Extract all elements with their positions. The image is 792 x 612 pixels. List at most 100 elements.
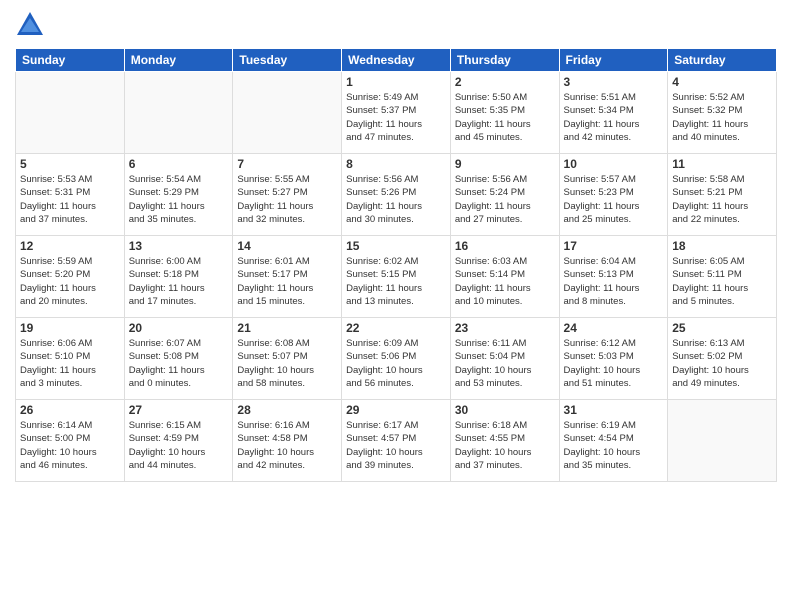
calendar-cell: 30Sunrise: 6:18 AM Sunset: 4:55 PM Dayli… bbox=[450, 400, 559, 482]
day-number: 14 bbox=[237, 239, 337, 253]
day-info: Sunrise: 6:17 AM Sunset: 4:57 PM Dayligh… bbox=[346, 419, 446, 472]
day-info: Sunrise: 5:56 AM Sunset: 5:24 PM Dayligh… bbox=[455, 173, 555, 226]
weekday-header-thursday: Thursday bbox=[450, 49, 559, 72]
calendar-cell: 5 Sunrise: 5:53 AM Sunset: 5:31 PM Daylig… bbox=[16, 154, 125, 236]
day-info: Sunrise: 6:14 AM Sunset: 5:00 PM Dayligh… bbox=[20, 419, 120, 472]
page: SundayMondayTuesdayWednesdayThursdayFrid… bbox=[0, 0, 792, 612]
day-number: 15 bbox=[346, 239, 446, 253]
day-info: Sunrise: 6:09 AM Sunset: 5:06 PM Dayligh… bbox=[346, 337, 446, 390]
calendar-cell: 8 Sunrise: 5:56 AM Sunset: 5:26 PM Daylig… bbox=[342, 154, 451, 236]
day-number: 29 bbox=[346, 403, 446, 417]
week-row-0: 1 Sunrise: 5:49 AM Sunset: 5:37 PM Daylig… bbox=[16, 72, 777, 154]
weekday-header-friday: Friday bbox=[559, 49, 668, 72]
day-info: Sunrise: 6:15 AM Sunset: 4:59 PM Dayligh… bbox=[129, 419, 229, 472]
day-number: 22 bbox=[346, 321, 446, 335]
day-number: 13 bbox=[129, 239, 229, 253]
calendar-cell: 19Sunrise: 6:06 AM Sunset: 5:10 PM Dayli… bbox=[16, 318, 125, 400]
day-number: 7 bbox=[237, 157, 337, 171]
day-number: 25 bbox=[672, 321, 772, 335]
calendar-cell bbox=[233, 72, 342, 154]
weekday-header-row: SundayMondayTuesdayWednesdayThursdayFrid… bbox=[16, 49, 777, 72]
calendar-cell: 22 Sunrise: 6:09 AM Sunset: 5:06 PM Dayli… bbox=[342, 318, 451, 400]
calendar-cell bbox=[124, 72, 233, 154]
day-info: Sunrise: 5:55 AM Sunset: 5:27 PM Dayligh… bbox=[237, 173, 337, 226]
weekday-header-sunday: Sunday bbox=[16, 49, 125, 72]
day-number: 5 bbox=[20, 157, 120, 171]
day-info: Sunrise: 5:57 AM Sunset: 5:23 PM Dayligh… bbox=[564, 173, 664, 226]
week-row-4: 26Sunrise: 6:14 AM Sunset: 5:00 PM Dayli… bbox=[16, 400, 777, 482]
day-info: Sunrise: 5:56 AM Sunset: 5:26 PM Dayligh… bbox=[346, 173, 446, 226]
weekday-header-wednesday: Wednesday bbox=[342, 49, 451, 72]
calendar-cell: 1 Sunrise: 5:49 AM Sunset: 5:37 PM Daylig… bbox=[342, 72, 451, 154]
day-info: Sunrise: 5:49 AM Sunset: 5:37 PM Dayligh… bbox=[346, 91, 446, 144]
calendar-cell: 16 Sunrise: 6:03 AM Sunset: 5:14 PM Dayli… bbox=[450, 236, 559, 318]
calendar-cell: 2 Sunrise: 5:50 AM Sunset: 5:35 PM Daylig… bbox=[450, 72, 559, 154]
calendar-cell: 17Sunrise: 6:04 AM Sunset: 5:13 PM Dayli… bbox=[559, 236, 668, 318]
day-info: Sunrise: 5:54 AM Sunset: 5:29 PM Dayligh… bbox=[129, 173, 229, 226]
calendar-cell: 4 Sunrise: 5:52 AM Sunset: 5:32 PM Daylig… bbox=[668, 72, 777, 154]
day-number: 4 bbox=[672, 75, 772, 89]
day-info: Sunrise: 6:04 AM Sunset: 5:13 PM Dayligh… bbox=[564, 255, 664, 308]
calendar-cell: 14 Sunrise: 6:01 AM Sunset: 5:17 PM Dayli… bbox=[233, 236, 342, 318]
logo bbox=[15, 10, 49, 40]
day-info: Sunrise: 6:18 AM Sunset: 4:55 PM Dayligh… bbox=[455, 419, 555, 472]
day-number: 24 bbox=[564, 321, 664, 335]
calendar-cell: 25 Sunrise: 6:13 AM Sunset: 5:02 PM Dayli… bbox=[668, 318, 777, 400]
day-info: Sunrise: 5:51 AM Sunset: 5:34 PM Dayligh… bbox=[564, 91, 664, 144]
day-info: Sunrise: 6:03 AM Sunset: 5:14 PM Dayligh… bbox=[455, 255, 555, 308]
weekday-header-saturday: Saturday bbox=[668, 49, 777, 72]
calendar-cell: 6 Sunrise: 5:54 AM Sunset: 5:29 PM Daylig… bbox=[124, 154, 233, 236]
day-info: Sunrise: 5:53 AM Sunset: 5:31 PM Dayligh… bbox=[20, 173, 120, 226]
day-info: Sunrise: 6:13 AM Sunset: 5:02 PM Dayligh… bbox=[672, 337, 772, 390]
day-number: 6 bbox=[129, 157, 229, 171]
calendar-cell: 10 Sunrise: 5:57 AM Sunset: 5:23 PM Dayli… bbox=[559, 154, 668, 236]
calendar-cell: 18 Sunrise: 6:05 AM Sunset: 5:11 PM Dayli… bbox=[668, 236, 777, 318]
day-info: Sunrise: 5:50 AM Sunset: 5:35 PM Dayligh… bbox=[455, 91, 555, 144]
calendar-cell: 20 Sunrise: 6:07 AM Sunset: 5:08 PM Dayli… bbox=[124, 318, 233, 400]
day-info: Sunrise: 6:08 AM Sunset: 5:07 PM Dayligh… bbox=[237, 337, 337, 390]
calendar: SundayMondayTuesdayWednesdayThursdayFrid… bbox=[15, 48, 777, 482]
calendar-cell: 12Sunrise: 5:59 AM Sunset: 5:20 PM Dayli… bbox=[16, 236, 125, 318]
weekday-header-tuesday: Tuesday bbox=[233, 49, 342, 72]
calendar-cell bbox=[668, 400, 777, 482]
day-info: Sunrise: 6:19 AM Sunset: 4:54 PM Dayligh… bbox=[564, 419, 664, 472]
calendar-cell: 9 Sunrise: 5:56 AM Sunset: 5:24 PM Daylig… bbox=[450, 154, 559, 236]
day-info: Sunrise: 5:52 AM Sunset: 5:32 PM Dayligh… bbox=[672, 91, 772, 144]
day-number: 9 bbox=[455, 157, 555, 171]
day-number: 1 bbox=[346, 75, 446, 89]
calendar-cell: 21 Sunrise: 6:08 AM Sunset: 5:07 PM Dayli… bbox=[233, 318, 342, 400]
header bbox=[15, 10, 777, 40]
logo-icon bbox=[15, 10, 45, 40]
calendar-cell: 7 Sunrise: 5:55 AM Sunset: 5:27 PM Daylig… bbox=[233, 154, 342, 236]
day-number: 18 bbox=[672, 239, 772, 253]
calendar-cell: 29 Sunrise: 6:17 AM Sunset: 4:57 PM Dayli… bbox=[342, 400, 451, 482]
day-info: Sunrise: 5:58 AM Sunset: 5:21 PM Dayligh… bbox=[672, 173, 772, 226]
day-number: 2 bbox=[455, 75, 555, 89]
day-number: 20 bbox=[129, 321, 229, 335]
day-number: 31 bbox=[564, 403, 664, 417]
weekday-header-monday: Monday bbox=[124, 49, 233, 72]
calendar-cell: 31 Sunrise: 6:19 AM Sunset: 4:54 PM Dayli… bbox=[559, 400, 668, 482]
calendar-cell: 26Sunrise: 6:14 AM Sunset: 5:00 PM Dayli… bbox=[16, 400, 125, 482]
day-info: Sunrise: 6:02 AM Sunset: 5:15 PM Dayligh… bbox=[346, 255, 446, 308]
day-number: 28 bbox=[237, 403, 337, 417]
day-number: 16 bbox=[455, 239, 555, 253]
day-info: Sunrise: 6:00 AM Sunset: 5:18 PM Dayligh… bbox=[129, 255, 229, 308]
day-info: Sunrise: 6:01 AM Sunset: 5:17 PM Dayligh… bbox=[237, 255, 337, 308]
day-info: Sunrise: 6:06 AM Sunset: 5:10 PM Dayligh… bbox=[20, 337, 120, 390]
day-info: Sunrise: 6:05 AM Sunset: 5:11 PM Dayligh… bbox=[672, 255, 772, 308]
day-info: Sunrise: 6:07 AM Sunset: 5:08 PM Dayligh… bbox=[129, 337, 229, 390]
day-number: 27 bbox=[129, 403, 229, 417]
day-info: Sunrise: 5:59 AM Sunset: 5:20 PM Dayligh… bbox=[20, 255, 120, 308]
calendar-cell: 15 Sunrise: 6:02 AM Sunset: 5:15 PM Dayli… bbox=[342, 236, 451, 318]
day-number: 10 bbox=[564, 157, 664, 171]
week-row-3: 19Sunrise: 6:06 AM Sunset: 5:10 PM Dayli… bbox=[16, 318, 777, 400]
calendar-cell: 11Sunrise: 5:58 AM Sunset: 5:21 PM Dayli… bbox=[668, 154, 777, 236]
day-number: 23 bbox=[455, 321, 555, 335]
calendar-cell: 3 Sunrise: 5:51 AM Sunset: 5:34 PM Daylig… bbox=[559, 72, 668, 154]
day-number: 8 bbox=[346, 157, 446, 171]
calendar-cell: 24 Sunrise: 6:12 AM Sunset: 5:03 PM Dayli… bbox=[559, 318, 668, 400]
day-info: Sunrise: 6:12 AM Sunset: 5:03 PM Dayligh… bbox=[564, 337, 664, 390]
day-number: 3 bbox=[564, 75, 664, 89]
day-number: 21 bbox=[237, 321, 337, 335]
